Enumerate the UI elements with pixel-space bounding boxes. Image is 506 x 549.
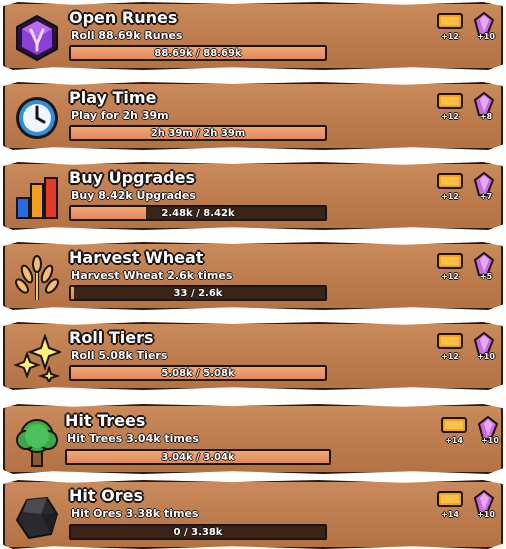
ore-icon [11, 492, 63, 544]
gem-reward: +10 [471, 12, 501, 44]
progress-bar: 2.48k / 8.42k [69, 205, 327, 221]
ticket-icon [441, 417, 467, 433]
ticket-reward: +12 [435, 92, 465, 124]
purple-rune-icon [11, 12, 63, 64]
gem-reward: +10 [471, 490, 501, 522]
ticket-icon [437, 173, 463, 189]
quest-description: Hit Ores 3.38k times [71, 507, 199, 520]
progress-bar: 2h 39m / 2h 39m [69, 125, 327, 141]
ticket-reward: +12 [435, 172, 465, 204]
quest-card-hit-trees[interactable]: Hit Trees Hit Trees 3.04k times 3.04k / … [3, 404, 503, 474]
ticket-reward: +12 [435, 12, 465, 44]
quest-title: Roll Tiers [69, 328, 154, 347]
quest-title: Harvest Wheat [69, 248, 204, 267]
gem-reward: +10 [475, 416, 503, 448]
quest-description: Play for 2h 39m [71, 109, 169, 122]
progress-bar: 5.08k / 5.08k [69, 365, 327, 381]
ticket-icon [437, 333, 463, 349]
wheat-icon [11, 252, 63, 304]
progress-text: 5.08k / 5.08k [161, 367, 235, 379]
quest-card-buy-upgrades[interactable]: Buy Upgrades Buy 8.42k Upgrades 2.48k / … [3, 162, 503, 230]
quest-card-harvest-wheat[interactable]: Harvest Wheat Harvest Wheat 2.6k times 3… [3, 242, 503, 310]
gem-reward: +5 [471, 252, 501, 284]
gem-reward: +10 [471, 332, 501, 364]
progress-text: 3.04k / 3.04k [161, 451, 235, 463]
quest-card-roll-tiers[interactable]: Roll Tiers Roll 5.08k Tiers 5.08k / 5.08… [3, 322, 503, 390]
sparkles-icon [11, 332, 63, 384]
quest-title: Hit Trees [65, 411, 146, 430]
progress-bar: 3.04k / 3.04k [65, 449, 331, 465]
clock-icon [11, 92, 63, 144]
ticket-reward: +14 [439, 416, 469, 448]
quest-title: Play Time [69, 88, 157, 107]
progress-bar: 88.69k / 88.69k [69, 45, 327, 61]
quest-description: Hit Trees 3.04k times [67, 432, 199, 445]
quest-description: Roll 88.69k Runes [71, 29, 183, 42]
ticket-icon [437, 253, 463, 269]
quest-title: Buy Upgrades [69, 168, 195, 187]
quest-card-hit-ores[interactable]: Hit Ores Hit Ores 3.38k times 0 / 3.38k … [3, 480, 503, 549]
bar-graph-icon [11, 172, 63, 224]
progress-bar: 33 / 2.6k [69, 285, 327, 301]
gem-reward: +7 [471, 172, 501, 204]
quest-title: Open Runes [69, 8, 178, 27]
quest-description: Harvest Wheat 2.6k times [71, 269, 233, 282]
progress-bar: 0 / 3.38k [69, 524, 327, 540]
quest-description: Roll 5.08k Tiers [71, 349, 168, 362]
progress-text: 33 / 2.6k [173, 287, 223, 299]
ticket-icon [437, 13, 463, 29]
progress-text: 2.48k / 8.42k [161, 207, 235, 219]
gem-reward: +8 [471, 92, 501, 124]
quest-card-open-runes[interactable]: Open Runes Roll 88.69k Runes 88.69k / 88… [3, 2, 503, 70]
ticket-reward: +14 [435, 490, 465, 522]
progress-text: 0 / 3.38k [173, 526, 223, 538]
ticket-reward: +12 [435, 252, 465, 284]
quest-card-play-time[interactable]: Play Time Play for 2h 39m 2h 39m / 2h 39… [3, 82, 503, 150]
quest-description: Buy 8.42k Upgrades [71, 189, 196, 202]
progress-text: 2h 39m / 2h 39m [150, 127, 246, 139]
progress-text: 88.69k / 88.69k [154, 47, 242, 59]
tree-icon [11, 416, 63, 468]
quest-title: Hit Ores [69, 486, 143, 505]
ticket-icon [437, 491, 463, 507]
ticket-reward: +12 [435, 332, 465, 364]
ticket-icon [437, 93, 463, 109]
